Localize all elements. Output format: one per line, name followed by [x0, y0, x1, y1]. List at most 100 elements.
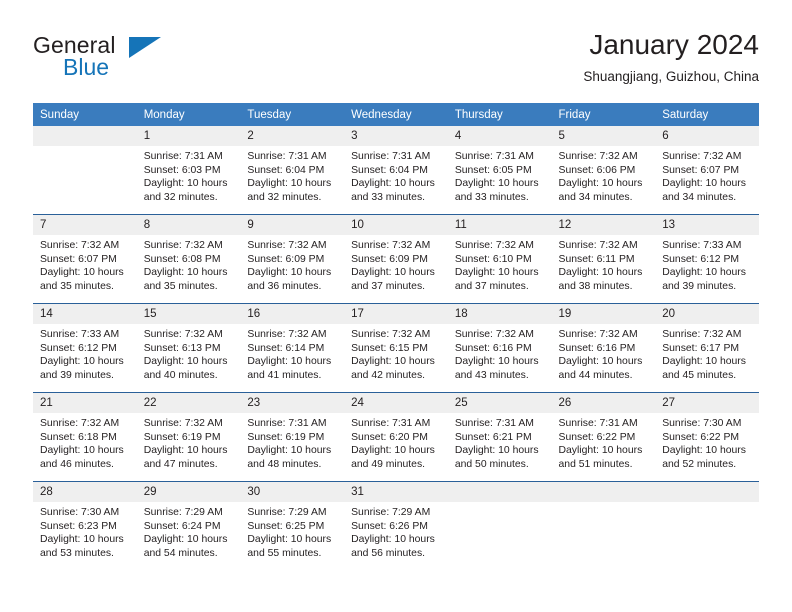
day-cell[interactable] [33, 126, 137, 215]
day-cell[interactable]: 9 Sunrise: 7:32 AM Sunset: 6:09 PM Dayli… [240, 214, 345, 304]
day-number: 13 [655, 215, 759, 235]
sunrise-text: Sunrise: 7:32 AM [40, 240, 120, 251]
day-cell[interactable]: 11 Sunrise: 7:32 AM Sunset: 6:10 PM Dayl… [447, 214, 552, 304]
day-cell[interactable]: 20 Sunrise: 7:32 AM Sunset: 6:17 PM Dayl… [655, 303, 759, 393]
sunrise-text: Sunrise: 7:32 AM [662, 151, 742, 162]
day-details: Sunrise: 7:31 AM Sunset: 6:21 PM Dayligh… [448, 413, 552, 471]
day-details: Sunrise: 7:33 AM Sunset: 6:12 PM Dayligh… [655, 235, 759, 293]
sunset-text: Sunset: 6:13 PM [143, 342, 221, 354]
day-cell[interactable]: 16 Sunrise: 7:32 AM Sunset: 6:14 PM Dayl… [240, 303, 345, 393]
daylight-text-line2: and 32 minutes. [247, 191, 322, 203]
day-cell[interactable]: 24 Sunrise: 7:31 AM Sunset: 6:20 PM Dayl… [344, 392, 448, 482]
daylight-text-line2: and 47 minutes. [143, 458, 218, 470]
daylight-text-line1: Daylight: 10 hours [40, 445, 124, 457]
day-number: 27 [655, 393, 759, 413]
day-cell[interactable]: 10 Sunrise: 7:32 AM Sunset: 6:09 PM Dayl… [344, 214, 448, 304]
sunset-text: Sunset: 6:14 PM [247, 342, 325, 354]
day-number: 21 [33, 393, 137, 413]
day-cell[interactable]: 23 Sunrise: 7:31 AM Sunset: 6:19 PM Dayl… [240, 392, 345, 482]
day-cell[interactable]: 25 Sunrise: 7:31 AM Sunset: 6:21 PM Dayl… [447, 392, 552, 482]
daylight-text-line1: Daylight: 10 hours [247, 534, 332, 546]
daylight-text-line2: and 52 minutes. [662, 458, 737, 470]
daylight-text-line1: Daylight: 10 hours [247, 178, 332, 190]
sunset-text: Sunset: 6:22 PM [558, 431, 636, 443]
day-cell[interactable]: 6 Sunrise: 7:32 AM Sunset: 6:07 PM Dayli… [655, 126, 759, 215]
sunrise-text: Sunrise: 7:29 AM [143, 507, 223, 518]
daylight-text-line2: and 43 minutes. [454, 369, 529, 381]
daylight-text-line2: and 34 minutes. [558, 191, 633, 203]
daylight-text-line2: and 37 minutes. [454, 280, 529, 292]
day-cell[interactable]: 2 Sunrise: 7:31 AM Sunset: 6:04 PM Dayli… [240, 126, 345, 215]
day-cell[interactable] [655, 481, 759, 570]
day-number: 16 [240, 304, 345, 324]
sunrise-text: Sunrise: 7:30 AM [40, 507, 120, 518]
sunrise-text: Sunrise: 7:29 AM [351, 507, 431, 518]
calendar-table: Sunday Monday Tuesday Wednesday Thursday… [33, 103, 759, 570]
day-cell[interactable]: 4 Sunrise: 7:31 AM Sunset: 6:05 PM Dayli… [447, 126, 552, 215]
day-number: 17 [344, 304, 448, 324]
day-number: 3 [344, 126, 448, 146]
daylight-text-line1: Daylight: 10 hours [558, 445, 643, 457]
calendar-week-row: 28 Sunrise: 7:30 AM Sunset: 6:23 PM Dayl… [33, 481, 759, 570]
day-cell[interactable]: 5 Sunrise: 7:32 AM Sunset: 6:06 PM Dayli… [551, 126, 656, 215]
day-details: Sunrise: 7:29 AM Sunset: 6:24 PM Dayligh… [137, 502, 241, 560]
sunrise-text: Sunrise: 7:31 AM [454, 151, 534, 162]
day-details: Sunrise: 7:29 AM Sunset: 6:25 PM Dayligh… [240, 502, 344, 560]
sunrise-text: Sunrise: 7:32 AM [351, 240, 431, 251]
day-cell[interactable]: 28 Sunrise: 7:30 AM Sunset: 6:23 PM Dayl… [33, 481, 137, 570]
weekday-header-tuesday: Tuesday [240, 103, 345, 126]
day-cell[interactable]: 21 Sunrise: 7:32 AM Sunset: 6:18 PM Dayl… [33, 392, 137, 482]
sunrise-text: Sunrise: 7:33 AM [40, 329, 120, 340]
daylight-text-line2: and 32 minutes. [143, 191, 218, 203]
day-cell[interactable]: 8 Sunrise: 7:32 AM Sunset: 6:08 PM Dayli… [136, 214, 241, 304]
day-cell[interactable]: 17 Sunrise: 7:32 AM Sunset: 6:15 PM Dayl… [344, 303, 448, 393]
sunset-text: Sunset: 6:03 PM [143, 164, 221, 176]
sunset-text: Sunset: 6:20 PM [351, 431, 428, 443]
sunset-text: Sunset: 6:09 PM [247, 253, 325, 265]
day-cell[interactable]: 1 Sunrise: 7:31 AM Sunset: 6:03 PM Dayli… [136, 126, 241, 215]
day-cell[interactable]: 26 Sunrise: 7:31 AM Sunset: 6:22 PM Dayl… [551, 392, 656, 482]
day-cell[interactable]: 31 Sunrise: 7:29 AM Sunset: 6:26 PM Dayl… [344, 481, 448, 570]
day-details: Sunrise: 7:32 AM Sunset: 6:19 PM Dayligh… [137, 413, 241, 471]
generalblue-logo[interactable]: General Blue [33, 32, 253, 88]
daylight-text-line2: and 48 minutes. [247, 458, 322, 470]
day-details: Sunrise: 7:29 AM Sunset: 6:26 PM Dayligh… [344, 502, 448, 560]
daylight-text-line1: Daylight: 10 hours [143, 178, 228, 190]
daylight-text-line2: and 39 minutes. [40, 369, 114, 381]
day-cell[interactable] [447, 481, 552, 570]
day-cell[interactable]: 7 Sunrise: 7:32 AM Sunset: 6:07 PM Dayli… [33, 214, 137, 304]
sunset-text: Sunset: 6:26 PM [351, 520, 428, 532]
weekday-header-wednesday: Wednesday [344, 103, 448, 126]
day-details: Sunrise: 7:32 AM Sunset: 6:09 PM Dayligh… [240, 235, 344, 293]
sunset-text: Sunset: 6:12 PM [40, 342, 117, 354]
day-cell[interactable]: 30 Sunrise: 7:29 AM Sunset: 6:25 PM Dayl… [240, 481, 345, 570]
day-cell[interactable]: 27 Sunrise: 7:30 AM Sunset: 6:22 PM Dayl… [655, 392, 759, 482]
day-cell[interactable]: 19 Sunrise: 7:32 AM Sunset: 6:16 PM Dayl… [551, 303, 656, 393]
daylight-text-line2: and 37 minutes. [351, 280, 426, 292]
page-subtitle: Shuangjiang, Guizhou, China [583, 69, 759, 84]
day-cell[interactable]: 22 Sunrise: 7:32 AM Sunset: 6:19 PM Dayl… [136, 392, 241, 482]
day-cell[interactable]: 18 Sunrise: 7:32 AM Sunset: 6:16 PM Dayl… [447, 303, 552, 393]
day-number [33, 126, 137, 146]
sunset-text: Sunset: 6:21 PM [454, 431, 532, 443]
day-cell[interactable]: 3 Sunrise: 7:31 AM Sunset: 6:04 PM Dayli… [344, 126, 448, 215]
day-details [448, 502, 552, 506]
sunset-text: Sunset: 6:22 PM [662, 431, 740, 443]
day-cell[interactable]: 29 Sunrise: 7:29 AM Sunset: 6:24 PM Dayl… [136, 481, 241, 570]
day-cell[interactable]: 15 Sunrise: 7:32 AM Sunset: 6:13 PM Dayl… [136, 303, 241, 393]
sunset-text: Sunset: 6:23 PM [40, 520, 117, 532]
day-details: Sunrise: 7:31 AM Sunset: 6:20 PM Dayligh… [344, 413, 448, 471]
day-number: 1 [136, 126, 241, 146]
day-details: Sunrise: 7:31 AM Sunset: 6:04 PM Dayligh… [344, 146, 448, 204]
sunset-text: Sunset: 6:19 PM [143, 431, 221, 443]
daylight-text-line2: and 39 minutes. [662, 280, 737, 292]
daylight-text-line2: and 38 minutes. [558, 280, 633, 292]
day-cell[interactable]: 13 Sunrise: 7:33 AM Sunset: 6:12 PM Dayl… [655, 214, 759, 304]
daylight-text-line1: Daylight: 10 hours [351, 356, 435, 368]
day-cell[interactable]: 12 Sunrise: 7:32 AM Sunset: 6:11 PM Dayl… [551, 214, 656, 304]
day-cell[interactable] [551, 481, 656, 570]
daylight-text-line1: Daylight: 10 hours [247, 356, 332, 368]
daylight-text-line1: Daylight: 10 hours [662, 267, 746, 279]
day-cell[interactable]: 14 Sunrise: 7:33 AM Sunset: 6:12 PM Dayl… [33, 303, 137, 393]
daylight-text-line1: Daylight: 10 hours [454, 267, 539, 279]
